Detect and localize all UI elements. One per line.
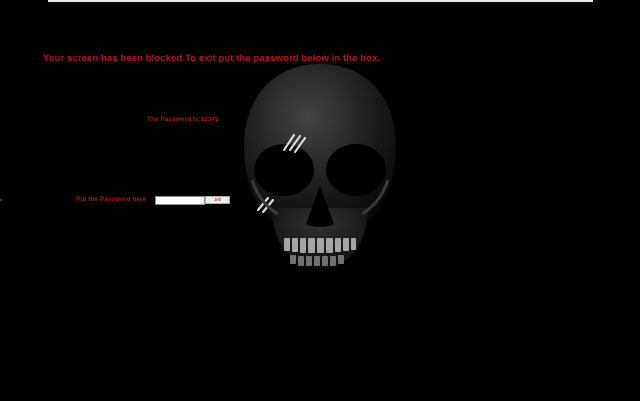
password-hint: The Password is:12345 bbox=[147, 116, 219, 123]
edge-marker bbox=[0, 199, 2, 201]
top-bar bbox=[48, 0, 593, 2]
unlock-button[interactable]: Jeb bbox=[205, 196, 230, 204]
password-field-label: Put the Password here bbox=[76, 196, 147, 203]
password-input[interactable] bbox=[155, 196, 205, 205]
skull-image bbox=[244, 64, 396, 270]
